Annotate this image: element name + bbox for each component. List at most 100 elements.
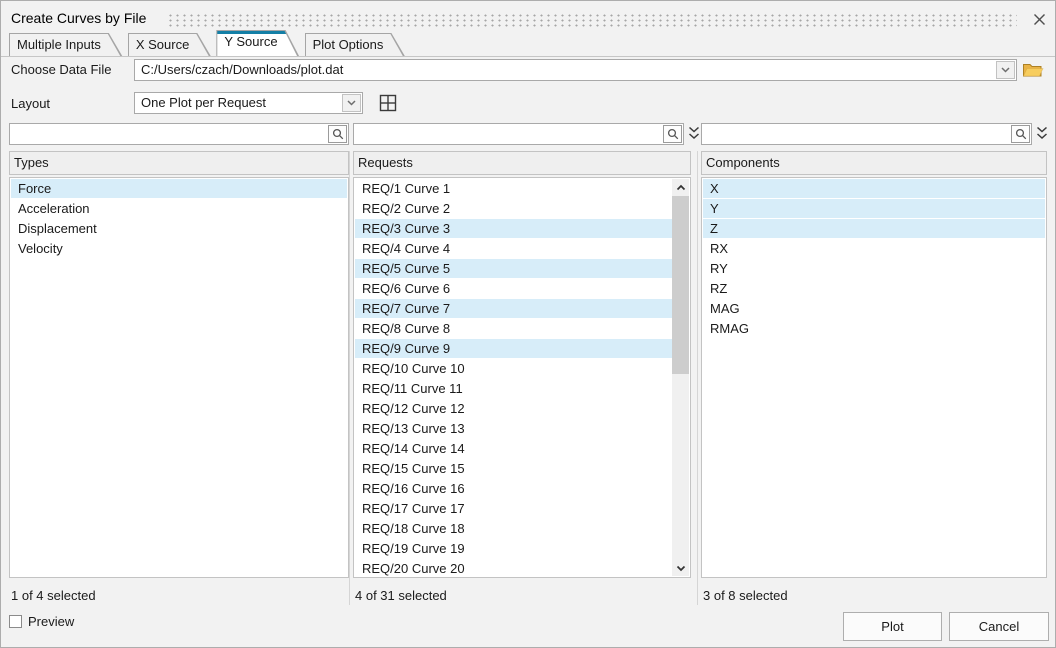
list-item[interactable]: Y — [703, 199, 1045, 219]
list-item[interactable]: RMAG — [703, 319, 1045, 339]
components-list-items: XYZRXRYRZMAGRMAG — [703, 179, 1045, 576]
list-item[interactable]: REQ/15 Curve 15 — [355, 459, 672, 479]
list-item[interactable]: REQ/19 Curve 19 — [355, 539, 672, 559]
types-header: Types — [9, 151, 349, 175]
tab-label: X Source — [136, 37, 189, 52]
list-item[interactable]: REQ/3 Curve 3 — [355, 219, 672, 239]
list-item[interactable]: REQ/6 Curve 6 — [355, 279, 672, 299]
requests-scrollbar[interactable] — [672, 179, 689, 576]
requests-list: REQ/1 Curve 1REQ/2 Curve 2REQ/3 Curve 3R… — [353, 177, 691, 578]
tab-label: Multiple Inputs — [17, 37, 101, 52]
scrollbar-down-button[interactable] — [672, 560, 689, 576]
data-file-combobox[interactable]: C:/Users/czach/Downloads/plot.dat — [134, 59, 1017, 81]
plot-button[interactable]: Plot — [843, 612, 942, 641]
scroll-down-icon — [676, 565, 686, 572]
list-item[interactable]: REQ/13 Curve 13 — [355, 419, 672, 439]
search-icon — [667, 128, 679, 140]
list-item[interactable]: REQ/14 Curve 14 — [355, 439, 672, 459]
requests-search-button[interactable] — [663, 125, 682, 143]
types-search-box — [9, 123, 349, 145]
data-file-dropdown-button[interactable] — [996, 61, 1015, 79]
types-search-button[interactable] — [328, 125, 347, 143]
requests-search-input[interactable] — [354, 124, 661, 144]
tab-label: Y Source — [224, 34, 277, 49]
list-item[interactable]: REQ/1 Curve 1 — [355, 179, 672, 199]
list-item[interactable]: Z — [703, 219, 1045, 239]
list-item[interactable]: REQ/16 Curve 16 — [355, 479, 672, 499]
create-curves-dialog: Create Curves by File Multiple Inputs X S… — [0, 0, 1056, 648]
list-item[interactable]: Force — [11, 179, 347, 199]
close-icon — [1033, 13, 1046, 26]
tab-multiple-inputs[interactable]: Multiple Inputs — [9, 33, 123, 57]
list-item[interactable]: REQ/7 Curve 7 — [355, 299, 672, 319]
list-item[interactable]: MAG — [703, 299, 1045, 319]
requests-header: Requests — [353, 151, 691, 175]
search-icon — [332, 128, 344, 140]
preview-checkbox[interactable] — [9, 615, 22, 628]
column-splitter[interactable] — [349, 151, 350, 605]
drag-handle-dots[interactable] — [167, 12, 1017, 27]
layout-dropdown-button[interactable] — [342, 94, 361, 112]
grid-layout-icon — [379, 94, 397, 112]
close-button[interactable] — [1028, 8, 1050, 30]
list-item[interactable]: REQ/9 Curve 9 — [355, 339, 672, 359]
list-item[interactable]: REQ/11 Curve 11 — [355, 379, 672, 399]
components-filter-expand-button[interactable] — [1036, 126, 1048, 141]
list-item[interactable]: Acceleration — [11, 199, 347, 219]
open-folder-icon — [1022, 61, 1044, 79]
chevron-down-icon — [347, 100, 356, 106]
types-search-input[interactable] — [10, 124, 326, 144]
data-file-label: Choose Data File — [11, 62, 111, 78]
components-search-box — [701, 123, 1032, 145]
scrollbar-up-button[interactable] — [672, 179, 689, 195]
list-item[interactable]: REQ/5 Curve 5 — [355, 259, 672, 279]
plot-layout-grid-button[interactable] — [379, 94, 397, 112]
list-item[interactable]: REQ/4 Curve 4 — [355, 239, 672, 259]
column-splitter[interactable] — [697, 151, 698, 605]
components-header: Components — [701, 151, 1047, 175]
scrollbar-thumb[interactable] — [672, 196, 689, 374]
types-list: ForceAccelerationDisplacementVelocity — [9, 177, 349, 578]
list-item[interactable]: X — [703, 179, 1045, 199]
tab-label: Plot Options — [313, 37, 384, 52]
list-item[interactable]: RX — [703, 239, 1045, 259]
double-chevron-down-icon — [1036, 126, 1048, 141]
tab-plot-options[interactable]: Plot Options — [305, 33, 406, 57]
requests-search-box — [353, 123, 684, 145]
list-item[interactable]: REQ/2 Curve 2 — [355, 199, 672, 219]
list-item[interactable]: RY — [703, 259, 1045, 279]
requests-list-items: REQ/1 Curve 1REQ/2 Curve 2REQ/3 Curve 3R… — [355, 179, 672, 576]
components-list: XYZRXRYRZMAGRMAG — [701, 177, 1047, 578]
data-file-value: C:/Users/czach/Downloads/plot.dat — [141, 60, 992, 80]
scroll-up-icon — [676, 184, 686, 191]
list-item[interactable]: RZ — [703, 279, 1045, 299]
list-item[interactable]: REQ/17 Curve 17 — [355, 499, 672, 519]
preview-label: Preview — [28, 615, 74, 629]
list-item[interactable]: Displacement — [11, 219, 347, 239]
list-item[interactable]: Velocity — [11, 239, 347, 259]
cancel-button[interactable]: Cancel — [949, 612, 1049, 641]
layout-value: One Plot per Request — [141, 93, 338, 113]
components-search-button[interactable] — [1011, 125, 1030, 143]
list-item[interactable]: REQ/12 Curve 12 — [355, 399, 672, 419]
list-item[interactable]: REQ/8 Curve 8 — [355, 319, 672, 339]
types-list-items: ForceAccelerationDisplacementVelocity — [11, 179, 347, 576]
double-chevron-down-icon — [688, 126, 700, 141]
tab-bar: Multiple Inputs X Source Y Source Plot Opti… — [9, 30, 405, 57]
search-icon — [1015, 128, 1027, 140]
browse-file-button[interactable] — [1022, 61, 1044, 79]
plot-button-label: Plot — [881, 619, 903, 634]
list-item[interactable]: REQ/20 Curve 20 — [355, 559, 672, 576]
list-item[interactable]: REQ/18 Curve 18 — [355, 519, 672, 539]
tab-underline — [1, 56, 1055, 57]
requests-status: 4 of 31 selected — [355, 588, 447, 604]
layout-combobox[interactable]: One Plot per Request — [134, 92, 363, 114]
tab-x-source[interactable]: X Source — [128, 33, 211, 57]
components-search-input[interactable] — [702, 124, 1009, 144]
tab-y-source[interactable]: Y Source — [216, 30, 299, 57]
types-status: 1 of 4 selected — [11, 588, 96, 604]
list-item[interactable]: REQ/10 Curve 10 — [355, 359, 672, 379]
dialog-title: Create Curves by File — [11, 10, 146, 26]
requests-filter-expand-button[interactable] — [688, 126, 700, 141]
components-status: 3 of 8 selected — [703, 588, 788, 604]
